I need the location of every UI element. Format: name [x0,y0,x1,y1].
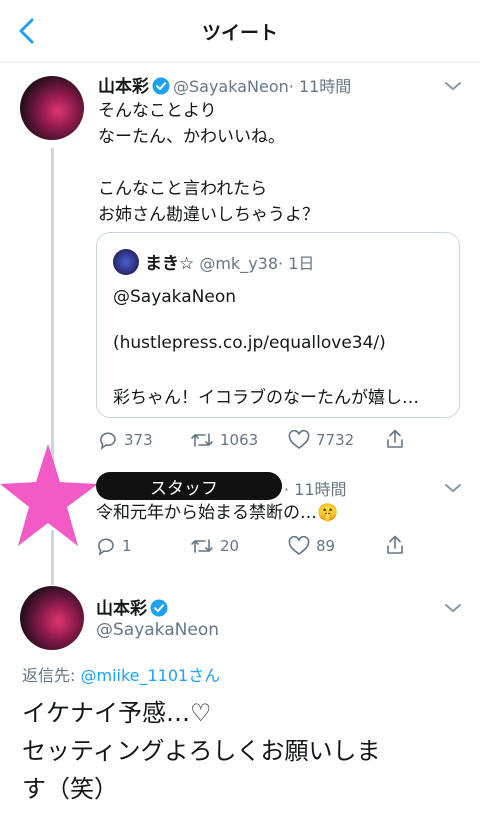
avatar[interactable] [20,586,84,650]
share-icon[interactable] [385,534,405,556]
avatar[interactable] [20,76,84,140]
tweet-author-line: 山本彩 @SayakaNeon· 11時間 [98,72,351,97]
reply-to-label: 返信先: [22,666,81,685]
verified-icon [150,599,168,617]
chevron-down-icon[interactable] [444,482,462,494]
quoted-author-handle: @mk_y38 [199,254,279,273]
reply-count: 373 [124,431,153,449]
author-name[interactable]: 山本彩 [96,599,147,619]
tweet-time: · 11時間 [284,480,347,499]
reply-button[interactable]: 373 [98,430,153,450]
chevron-down-icon[interactable] [444,602,462,614]
reply-to-line: 返信先: @miike_1101さん [22,662,220,686]
share-icon[interactable] [385,428,405,450]
reply-icon [100,432,116,450]
reply-icon [98,538,114,556]
author-handle: @SayakaNeon [173,77,289,96]
tweet-time: · 11時間 [288,77,352,96]
author-name: スタッフ [150,479,218,499]
quoted-avatar [113,249,139,275]
retweet-count: 20 [220,537,240,555]
author-name[interactable]: 山本彩 [98,77,149,97]
quoted-tweet-time: · 1日 [278,254,315,273]
retweet-count: 1063 [220,431,259,449]
author-handle: @SayakaNeon [96,620,220,640]
quoted-text-line: 彩ちゃん！イコラブのなーたんが嬉し… [113,388,419,408]
quoted-author-line: まき☆ @mk_y38· 1日 [145,249,314,274]
like-count: 89 [316,537,336,555]
retweet-button[interactable]: 20 [190,536,239,556]
star-sticker [0,440,100,550]
tweet-text: そんなことより なーたん、かわいいね。 こんなこと言われたら お姉さん勘違いしち… [98,101,319,225]
chevron-down-icon[interactable] [444,80,462,92]
tweet-text: 令和元年から始まる禁断の…🤫 [96,503,339,523]
like-button[interactable]: 7732 [288,430,354,450]
heart-icon [288,536,310,555]
heart-icon [288,430,310,449]
quoted-tweet-card[interactable]: まき☆ @mk_y38· 1日 @SayakaNeon (hustlepress… [96,232,460,418]
main-author-name-line: 山本彩 [96,594,171,619]
quoted-text-line: @SayakaNeon [113,287,237,307]
reply-count: 1 [122,537,132,555]
like-count: 7732 [316,431,355,449]
like-button[interactable]: 89 [288,536,335,556]
retweet-icon [191,539,213,553]
retweet-icon [191,433,213,447]
reply-button[interactable]: 1 [96,536,132,556]
main-tweet-text: イケナイ予感…♡ セッティングよろしくお願いしま す（笑） [22,699,381,803]
quoted-author-name: まき☆ [145,254,195,274]
verified-icon [152,77,170,95]
reply-to-link[interactable]: @miike_1101さん [80,666,220,685]
header-bar: ツイート [0,0,480,63]
page-title: ツイート [201,22,278,44]
quoted-link-text: (hustlepress.co.jp/equallove34/) [113,333,386,353]
thread-line [51,148,54,478]
retweet-button[interactable]: 1063 [190,430,258,450]
